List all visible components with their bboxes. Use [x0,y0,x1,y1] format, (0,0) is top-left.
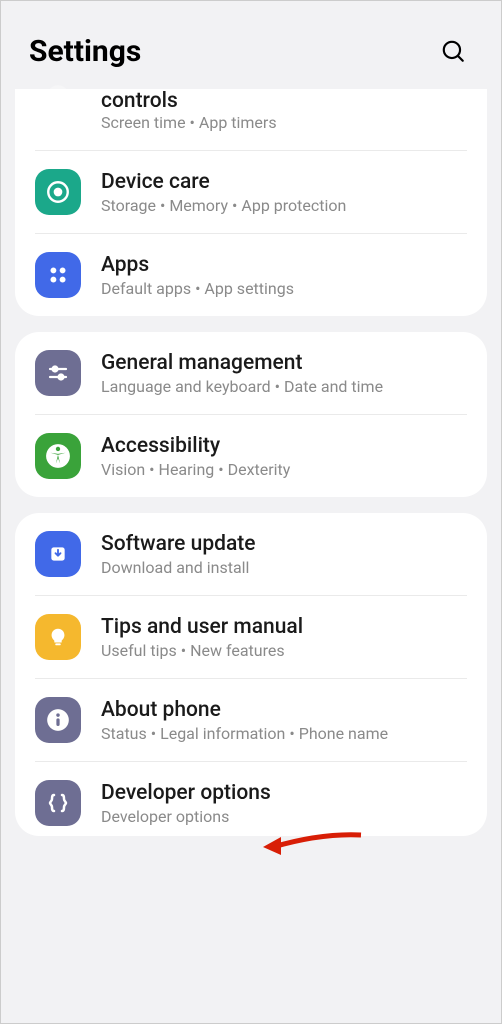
item-subtitle: Screen time • App timers [101,113,467,132]
sliders-icon [35,350,81,396]
settings-item-device-care[interactable]: Device care Storage • Memory • App prote… [35,151,467,234]
item-subtitle: Download and install [101,558,467,577]
settings-item-accessibility[interactable]: Accessibility Vision • Hearing • Dexteri… [35,415,467,497]
item-title: About phone [101,698,467,722]
item-subtitle: Storage • Memory • App protection [101,196,467,215]
item-text: Apps Default apps • App settings [101,253,467,298]
item-subtitle: Status • Legal information • Phone name [101,724,467,743]
settings-group: General management Language and keyboard… [15,332,487,497]
settings-item-general-management[interactable]: General management Language and keyboard… [35,332,467,415]
header: Settings [1,1,501,89]
settings-item-about-phone[interactable]: About phone Status • Legal information •… [35,679,467,762]
item-subtitle: Vision • Hearing • Dexterity [101,460,467,479]
search-button[interactable] [433,31,473,71]
item-title: Apps [101,253,467,277]
download-icon [35,531,81,577]
settings-list: controls Screen time • App timers Device… [1,89,501,836]
settings-item-software-update[interactable]: Software update Download and install [35,513,467,596]
item-text: Software update Download and install [101,532,467,577]
item-title: General management [101,351,467,375]
item-title: Tips and user manual [101,615,467,639]
item-title: Developer options [101,781,467,805]
item-text: General management Language and keyboard… [101,351,467,396]
item-text: Device care Storage • Memory • App prote… [101,170,467,215]
item-text: About phone Status • Legal information •… [101,698,467,743]
controls-icon [35,81,81,127]
settings-item-tips[interactable]: Tips and user manual Useful tips • New f… [35,596,467,679]
item-subtitle: Language and keyboard • Date and time [101,377,467,396]
settings-item-controls[interactable]: controls Screen time • App timers [35,89,467,151]
info-icon [35,697,81,743]
braces-icon [35,780,81,826]
item-title: controls [101,89,467,113]
bottom-fade [1,1003,501,1023]
apps-icon [35,252,81,298]
item-text: Developer options Developer options [101,781,467,826]
item-subtitle: Useful tips • New features [101,641,467,660]
page-title: Settings [29,34,141,69]
lightbulb-icon [35,614,81,660]
settings-group: Software update Download and install Tip… [15,513,487,836]
item-title: Device care [101,170,467,194]
settings-item-developer-options[interactable]: Developer options Developer options [35,762,467,836]
item-subtitle: Developer options [101,807,467,826]
settings-item-apps[interactable]: Apps Default apps • App settings [35,234,467,316]
accessibility-icon [35,433,81,479]
search-icon [440,38,466,64]
item-subtitle: Default apps • App settings [101,279,467,298]
item-title: Accessibility [101,434,467,458]
device-care-icon [35,169,81,215]
item-text: controls Screen time • App timers [101,95,467,132]
item-title: Software update [101,532,467,556]
item-text: Accessibility Vision • Hearing • Dexteri… [101,434,467,479]
item-text: Tips and user manual Useful tips • New f… [101,615,467,660]
settings-group: controls Screen time • App timers Device… [15,89,487,316]
